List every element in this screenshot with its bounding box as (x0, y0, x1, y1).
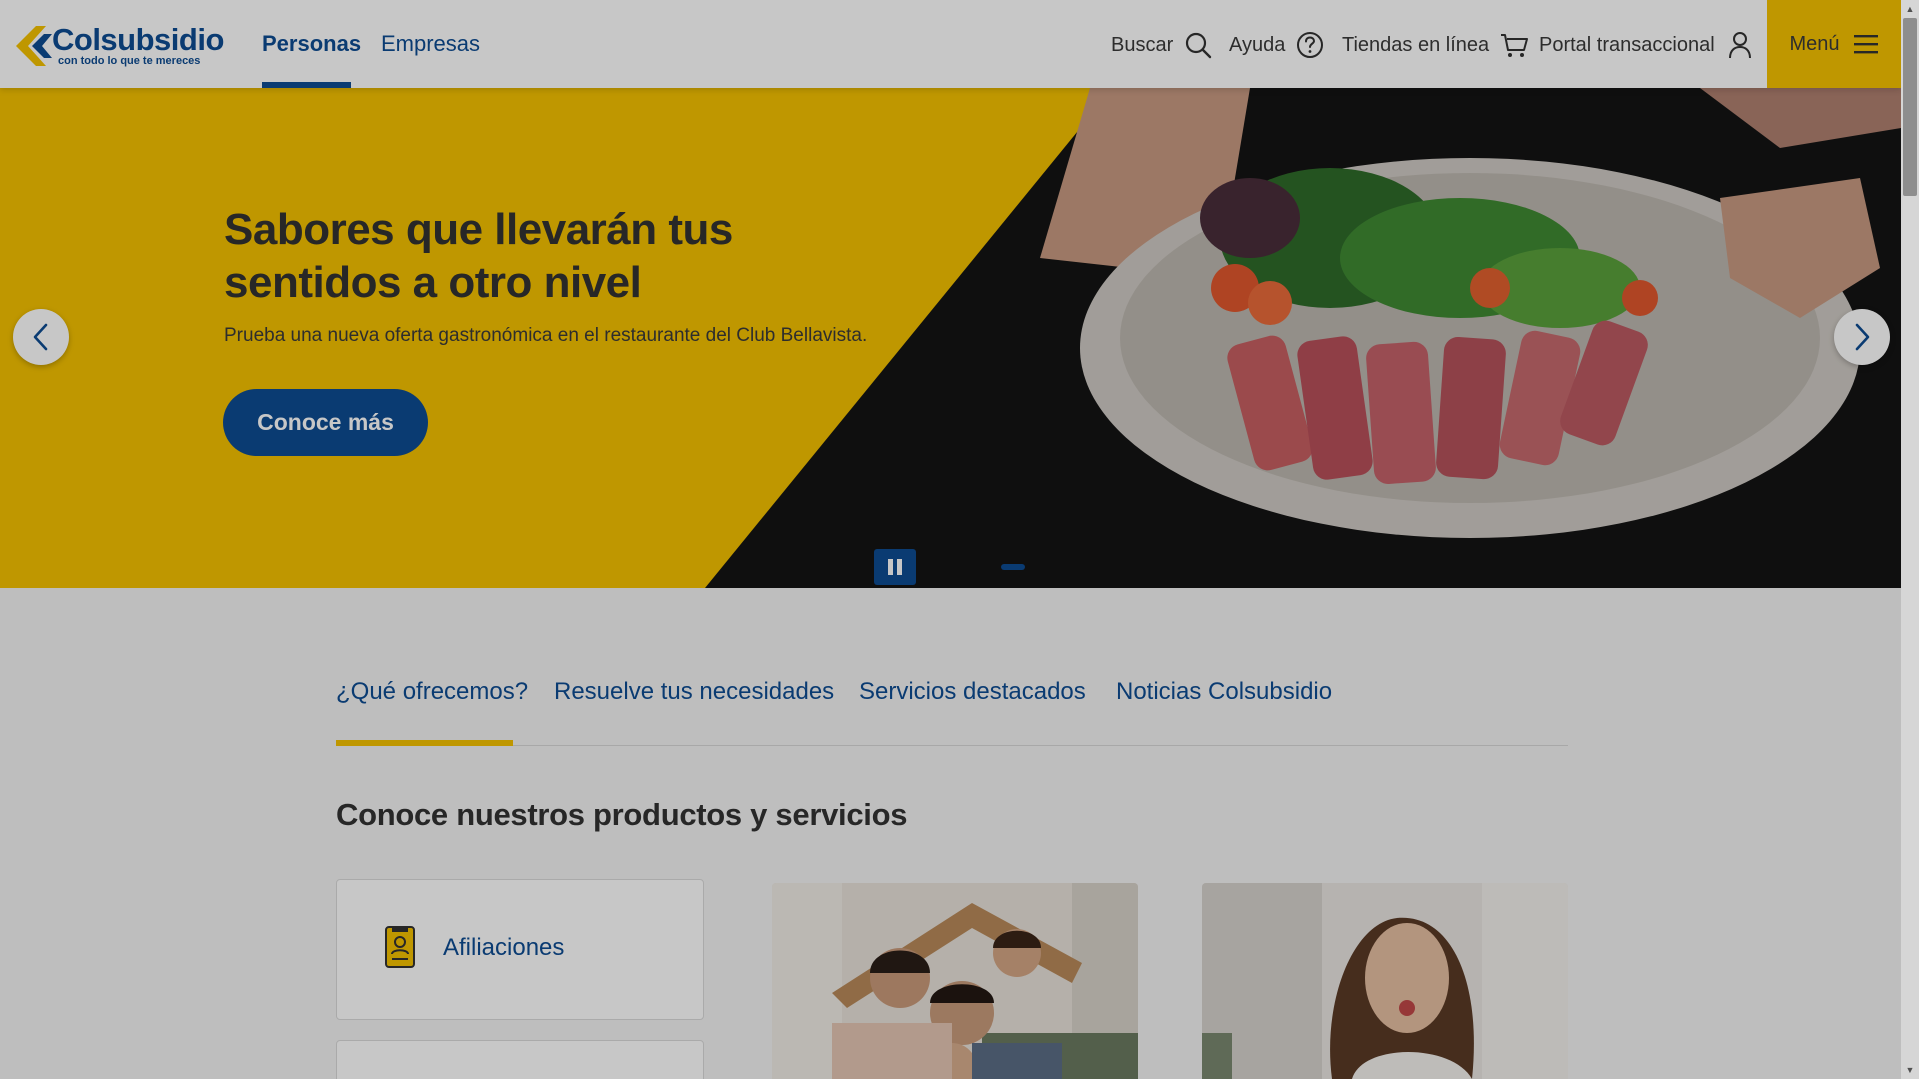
card-afiliaciones[interactable]: Afiliaciones (336, 879, 704, 1020)
page-scrollbar[interactable]: ▲ ▼ (1901, 0, 1919, 1079)
hero-description: Prueba una nueva oferta gastronómica en … (224, 325, 868, 346)
hero-carousel: Sabores que llevarán tus sentidos a otro… (0, 88, 1901, 588)
card-next[interactable] (336, 1040, 704, 1079)
transactional-portal-label: Portal transaccional (1539, 33, 1715, 56)
carousel-prev-button[interactable] (13, 309, 69, 365)
menu-button[interactable]: Menú (1767, 0, 1902, 88)
tab-active-indicator (336, 740, 513, 746)
pause-icon (888, 559, 893, 575)
chevron-left-icon (33, 323, 48, 351)
user-icon (1728, 32, 1751, 59)
card-label: Afiliaciones (443, 934, 565, 961)
family-photo-card[interactable] (772, 883, 1138, 1079)
help-icon (1297, 32, 1324, 58)
online-shops-button[interactable]: Tiendas en línea (1342, 28, 1529, 62)
tab-servicios-destacados[interactable]: Servicios destacados (859, 678, 1086, 706)
search-button[interactable]: Buscar (1111, 28, 1213, 62)
pause-icon-bar (897, 559, 902, 575)
logo-wordmark: Colsubsidio (52, 22, 224, 57)
hero-title: Sabores que llevarán tus sentidos a otro… (224, 205, 733, 307)
nav-tab-personas[interactable]: Personas (262, 31, 361, 57)
scroll-down-icon[interactable]: ▼ (1901, 1061, 1919, 1079)
nav-tab-empresas[interactable]: Empresas (381, 31, 480, 57)
carousel-dot-active[interactable] (1001, 564, 1025, 570)
family-photo (772, 883, 1138, 1079)
hero-cta-button[interactable]: Conoce más (223, 389, 428, 456)
hamburger-icon (1853, 35, 1878, 54)
tab-noticias[interactable]: Noticias Colsubsidio (1116, 678, 1332, 706)
woman-photo-card[interactable] (1202, 883, 1568, 1079)
help-button[interactable]: Ayuda (1229, 28, 1325, 62)
nav-active-indicator (262, 82, 351, 88)
online-shops-label: Tiendas en línea (1342, 33, 1490, 56)
search-icon (1186, 32, 1212, 59)
colsubsidio-logo[interactable]: Colsubsidio con todo lo que te mereces (14, 22, 224, 70)
search-label: Buscar (1111, 33, 1174, 56)
transactional-portal-button[interactable]: Portal transaccional (1539, 28, 1755, 62)
woman-eating-photo (1202, 883, 1568, 1079)
menu-label: Menú (1789, 32, 1840, 55)
logo-tagline: con todo lo que te mereces (58, 55, 201, 67)
section-tabs: ¿Qué ofrecemos? Resuelve tus necesidades… (336, 672, 1568, 746)
chevron-right-icon (1855, 323, 1870, 351)
section-title: Conoce nuestros productos y servicios (336, 797, 908, 832)
scroll-up-icon[interactable]: ▲ (1901, 0, 1919, 18)
tab-resuelve-necesidades[interactable]: Resuelve tus necesidades (554, 678, 834, 706)
help-label: Ayuda (1229, 33, 1286, 56)
cart-icon (1501, 34, 1529, 57)
scroll-thumb[interactable] (1903, 18, 1917, 196)
id-document-icon (385, 926, 415, 968)
carousel-next-button[interactable] (1834, 309, 1890, 365)
tab-que-ofrecemos[interactable]: ¿Qué ofrecemos? (336, 678, 528, 706)
top-header: Colsubsidio con todo lo que te mereces P… (0, 0, 1902, 88)
carousel-pause-button[interactable] (874, 549, 916, 585)
